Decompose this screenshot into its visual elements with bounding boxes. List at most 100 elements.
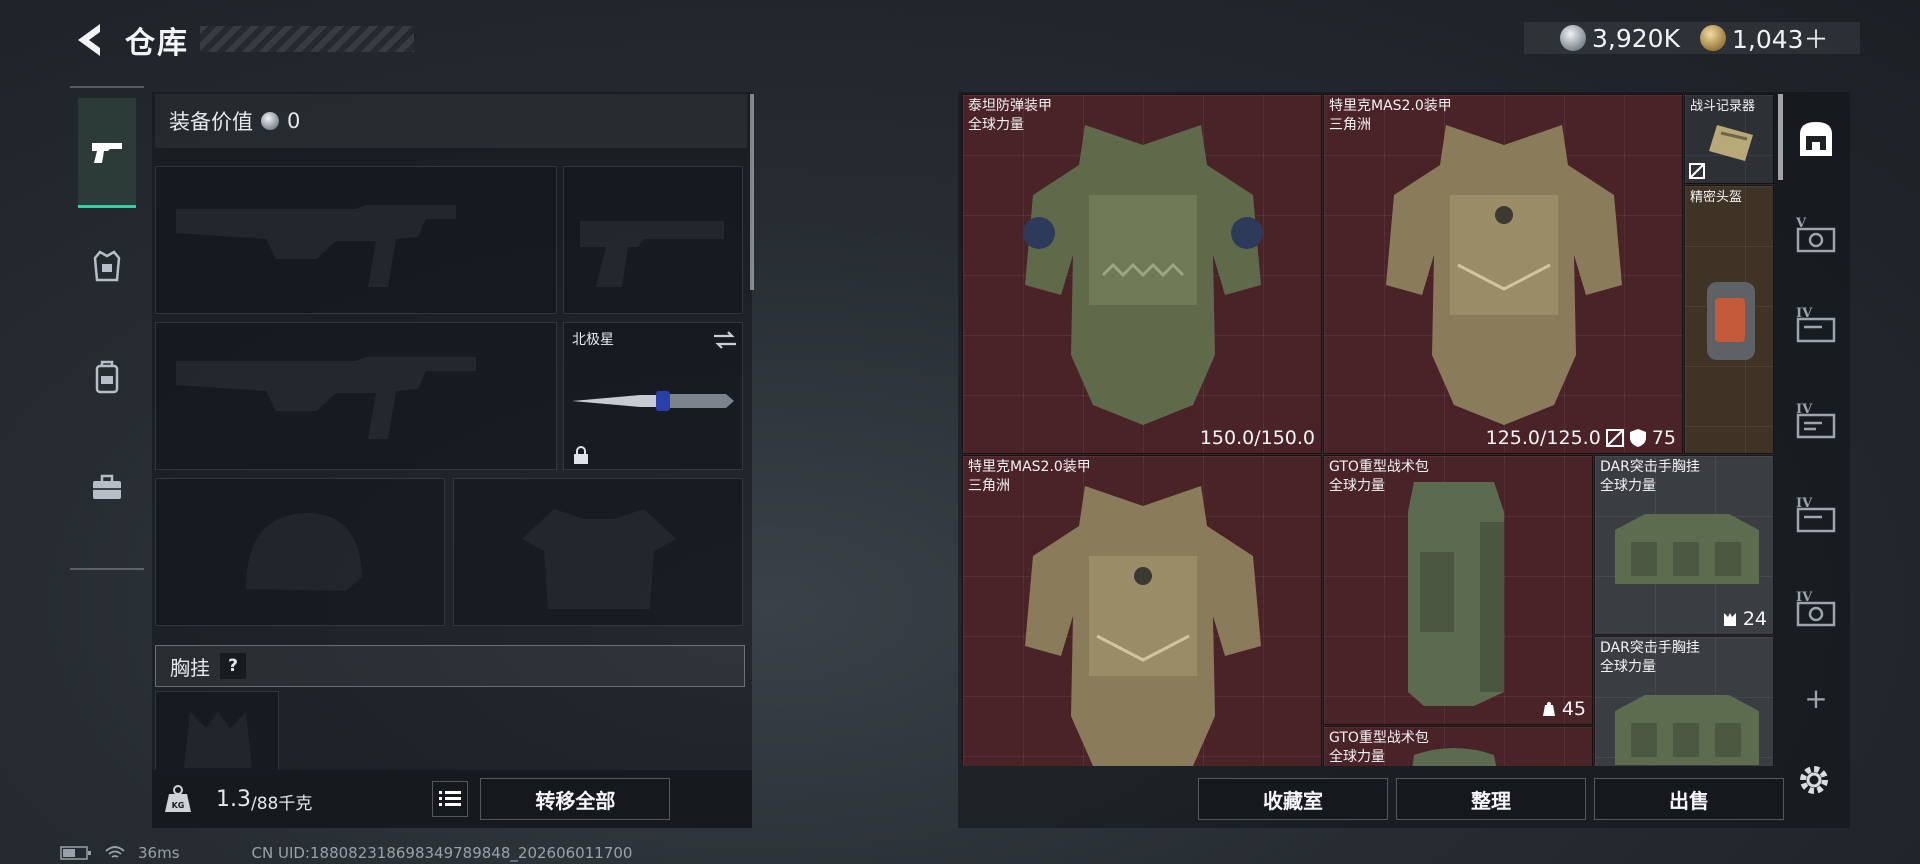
organize-button[interactable]: 整理: [1396, 778, 1586, 820]
wifi-icon: [105, 846, 125, 858]
tab-armor[interactable]: [78, 212, 136, 322]
knife-icon: [572, 391, 734, 411]
no-repair-icon: [1689, 163, 1705, 179]
storage-box-icon: IV: [1796, 496, 1836, 533]
item-dar-chest-rig-2[interactable]: DAR突击手胸挂 全球力量: [1594, 636, 1774, 766]
item-mas2-armor[interactable]: 特里克MAS2.0装甲 三角洲 125.0/125.0 75: [1323, 94, 1683, 454]
storage-scrollbar[interactable]: [1778, 94, 1783, 180]
item-source: 全球力量: [1329, 749, 1385, 765]
container-tab-iv-4[interactable]: IV: [1786, 564, 1846, 654]
backpack-image: [1408, 482, 1504, 706]
item-gto-backpack[interactable]: GTO重型战术包 全球力量 45: [1323, 455, 1593, 725]
item-name: 战斗记录器: [1690, 99, 1756, 114]
weight-bar: KG 1.3 /88千克 转移全部: [152, 770, 752, 828]
storage-box-icon: IV: [1796, 306, 1836, 343]
container-tab-safe[interactable]: [1786, 94, 1846, 184]
silver-amount: 3,920K: [1592, 23, 1680, 53]
user-uid: CN UID:18808231869834978984​8_2026060117…: [251, 844, 633, 862]
help-button[interactable]: ?: [220, 653, 246, 679]
armor-vest-image: [1386, 125, 1622, 425]
storage-box-icon: IV: [1796, 590, 1836, 627]
item-precision-helmet[interactable]: 精密头盔: [1684, 185, 1774, 454]
armor-class: 75: [1651, 427, 1676, 449]
item-stat-row: 24: [1722, 608, 1767, 630]
item-source: 全球力量: [1600, 659, 1656, 675]
item-dar-chest-rig[interactable]: DAR突击手胸挂 全球力量 24: [1594, 455, 1774, 635]
helmet-silhouette-icon: [246, 513, 362, 591]
sell-button[interactable]: 出售: [1594, 778, 1784, 820]
item-stat-row: 45: [1541, 698, 1586, 720]
page-title: 仓库: [125, 26, 189, 61]
armor-vest-icon: [93, 250, 121, 282]
container-strip: V IV IV IV IV +: [1786, 94, 1846, 766]
rifle-silhouette-icon: [176, 205, 456, 287]
add-container-button[interactable]: +: [1786, 668, 1846, 728]
sidearm-slot[interactable]: [563, 166, 743, 314]
armor-vest-image: [1023, 125, 1263, 425]
svg-text:KG: KG: [172, 801, 185, 810]
battery-icon: [60, 846, 91, 860]
container-tab-iv-2[interactable]: IV: [1786, 376, 1846, 466]
armor-silhouette-icon: [522, 509, 676, 609]
silver-coin-icon: [261, 112, 279, 130]
weight-kg-icon: KG: [165, 785, 191, 812]
item-name: DAR突击手胸挂: [1600, 640, 1700, 656]
lock-icon: [574, 446, 588, 464]
rifle-silhouette-icon: [176, 357, 476, 439]
equipment-value-bar: 装备价值 0: [155, 94, 747, 148]
capacity-icon: [1542, 702, 1555, 716]
silver-coin-icon: [1560, 25, 1586, 51]
toolbox-icon: [93, 474, 121, 499]
safe-icon: [1800, 122, 1832, 156]
list-view-button[interactable]: [432, 781, 469, 817]
item-source: 全球力量: [1600, 478, 1656, 494]
currency-bar: 3,920K 1,043＋: [1524, 22, 1860, 54]
gear-icon: [1800, 766, 1828, 794]
swap-icon[interactable]: [712, 329, 738, 351]
armor-class-shield-icon: [1629, 429, 1646, 447]
chest-rig-silhouette-icon: [184, 712, 252, 768]
chest-rig-label: 胸挂: [170, 655, 210, 680]
item-mas2-armor-2[interactable]: 特里克MAS2.0装甲 三角洲: [962, 455, 1322, 766]
tab-weapons[interactable]: [78, 98, 136, 208]
tab-backpack[interactable]: [78, 322, 136, 432]
chest-rig-image: [1615, 514, 1759, 584]
chest-rig-slot[interactable]: [155, 691, 279, 771]
back-button[interactable]: [70, 20, 106, 60]
back-arrow-icon: [78, 24, 100, 56]
helmet-image: [1707, 282, 1755, 360]
no-repair-icon: [1605, 429, 1624, 447]
melee-slot[interactable]: 北极星: [563, 322, 743, 470]
item-name: 精密头盔: [1690, 190, 1743, 205]
settings-button[interactable]: [1796, 762, 1832, 802]
recorder-image: [1709, 125, 1753, 161]
gold-amount[interactable]: 1,043＋: [1732, 20, 1829, 56]
item-stat-row: 125.0/125.0 75: [1486, 427, 1676, 449]
transfer-all-button[interactable]: 转移全部: [480, 778, 671, 820]
armor-vest-image: [1025, 486, 1261, 766]
item-source: 全球力量: [1329, 478, 1385, 494]
list-icon: [439, 791, 462, 806]
item-gto-backpack-2[interactable]: GTO重型战术包 全球力量: [1323, 726, 1593, 766]
secondary-weapon-slot[interactable]: [155, 322, 557, 470]
melee-weapon-name: 北极星: [572, 332, 614, 348]
container-tab-iv-1[interactable]: IV: [1786, 280, 1846, 370]
container-tab-v[interactable]: V: [1786, 190, 1846, 280]
item-capacity: 45: [1561, 698, 1586, 720]
primary-weapon-slot[interactable]: [155, 166, 557, 314]
title-decoration: [200, 26, 414, 52]
equipment-scrollbar[interactable]: [750, 94, 754, 290]
tab-case[interactable]: [78, 432, 136, 542]
helmet-slot[interactable]: [155, 478, 445, 626]
rig-slots-icon: [1723, 613, 1736, 626]
item-combat-recorder[interactable]: 战斗记录器: [1684, 94, 1774, 184]
container-tab-iv-3[interactable]: IV: [1786, 470, 1846, 560]
category-tabs: [70, 86, 144, 570]
body-armor-slot[interactable]: [453, 478, 743, 626]
equipment-value: 0: [287, 109, 301, 133]
pistol-icon: [92, 142, 122, 163]
collection-room-button[interactable]: 收藏室: [1198, 778, 1388, 820]
equipment-value-label: 装备价值: [169, 110, 253, 134]
item-titan-armor[interactable]: 泰坦防弹装甲 全球力量 150.0/150.0: [962, 94, 1322, 454]
chest-rig-image: [1615, 695, 1759, 765]
